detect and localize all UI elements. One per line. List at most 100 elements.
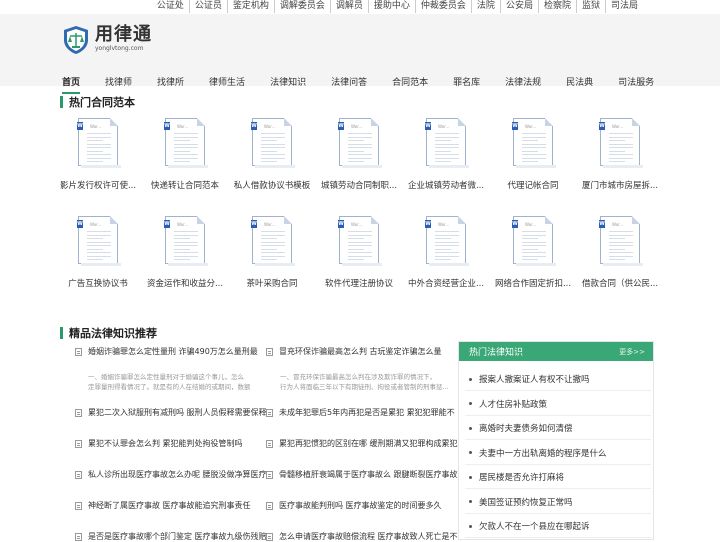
nav-item[interactable]: 律师生活 — [209, 76, 245, 90]
knowledge-title[interactable]: 累犯再犯惯犯的区别在哪 缓刑期满又犯罪构成累犯 — [279, 438, 458, 449]
hot-knowledge-item[interactable]: 欠款人不在一个县应在哪起诉 — [469, 520, 590, 532]
hot-knowledge-item[interactable]: 离婚时夫妻债务如何清偿 — [469, 422, 573, 434]
knowledge-title[interactable]: 医疗事故能判刑吗 医疗事故鉴定的时间要多久 — [279, 500, 442, 511]
knowledge-item[interactable]: 累犯再犯惯犯的区别在哪 缓刑期满又犯罪构成累犯 — [266, 438, 458, 449]
doc-caption: Wor... — [264, 124, 276, 129]
contract-card[interactable]: W Wor... 快递转让合同范本 — [145, 118, 225, 192]
knowledge-item[interactable]: 累犯不认罪会怎么判 累犯能判处拘役管制吗 — [75, 438, 243, 449]
contract-card[interactable]: W Wor... 厦门市城市房屋拆... — [580, 118, 660, 192]
top-link[interactable]: 司法局 — [606, 0, 643, 13]
top-link[interactable]: 监狱 — [577, 0, 606, 13]
contract-card[interactable]: W Wor... 城镇劳动合同制职... — [319, 118, 399, 192]
more-link[interactable]: 更多>> — [619, 347, 645, 357]
word-badge: W — [164, 220, 170, 228]
knowledge-item[interactable]: 怎么申请医疗事故赔偿流程 医疗事故致人死亡是不 — [266, 531, 458, 542]
hot-knowledge-item[interactable]: 报案人撤案证人有权不让撤吗 — [469, 373, 590, 385]
contract-title[interactable]: 厦门市城市房屋拆... — [580, 180, 660, 192]
knowledge-title[interactable]: 冒充环保诈骗最高怎么判 古玩鉴定诈骗怎么量 — [279, 346, 442, 357]
contract-title[interactable]: 广告互换协议书 — [58, 278, 138, 290]
contract-title[interactable]: 中外合资经营企业... — [406, 278, 486, 290]
nav-item[interactable]: 合同范本 — [392, 76, 428, 90]
hot-knowledge-title[interactable]: 夫妻中一方出轨离婚的程序是什么 — [479, 447, 607, 459]
contract-card[interactable]: W Wor... 代理记帐合同 — [493, 118, 573, 192]
hot-knowledge-title[interactable]: 欠款人不在一个县应在哪起诉 — [479, 520, 590, 532]
knowledge-title[interactable]: 累犯二次入狱服刑有减刑吗 服刑人员假释需要保释 — [88, 407, 267, 418]
contract-card[interactable]: W Wor... 广告互换协议书 — [58, 216, 138, 290]
knowledge-item[interactable]: 医疗事故能判刑吗 医疗事故鉴定的时间要多久 — [266, 500, 442, 511]
nav-item[interactable]: 民法典 — [566, 76, 593, 90]
hot-knowledge-title[interactable]: 离婚时夫妻债务如何清偿 — [479, 422, 573, 434]
divider — [465, 439, 651, 440]
hot-knowledge-title[interactable]: 人才住房补贴政策 — [479, 398, 547, 410]
site-logo[interactable]: 用律通 yonglvtong.com — [62, 25, 152, 55]
nav-item[interactable]: 首页 — [62, 76, 81, 94]
contract-title[interactable]: 快递转让合同范本 — [145, 180, 225, 192]
top-link[interactable]: 仲裁委员会 — [416, 0, 472, 13]
contract-title[interactable]: 软件代理注册协议 — [319, 278, 399, 290]
top-link[interactable]: 鉴定机构 — [228, 0, 275, 13]
top-link[interactable]: 援助中心 — [369, 0, 416, 13]
nav-item[interactable]: 找律所 — [157, 76, 184, 90]
contract-title[interactable]: 茶叶采购合同 — [232, 278, 312, 290]
contract-card[interactable]: W Wor... 网络合作固定折扣... — [493, 216, 573, 290]
panel-header: 热门法律知识 更多>> — [459, 342, 653, 361]
nav-item[interactable]: 法律知识 — [270, 76, 306, 90]
contract-title[interactable]: 影片发行权许可使... — [58, 180, 138, 192]
knowledge-title[interactable]: 神经断了属医疗事故 医疗事故能追究刑事责任 — [88, 500, 251, 511]
contract-card[interactable]: W Wor... 私人借款协议书模板 — [232, 118, 312, 192]
contract-card[interactable]: W Wor... 中外合资经营企业... — [406, 216, 486, 290]
contract-title[interactable]: 资金运作和收益分... — [145, 278, 225, 290]
contract-title[interactable]: 网络合作固定折扣... — [493, 278, 573, 290]
nav-item[interactable]: 法律问答 — [331, 76, 367, 90]
top-link[interactable]: 法院 — [472, 0, 501, 13]
top-link[interactable]: 公安局 — [501, 0, 539, 13]
nav-item[interactable]: 罪名库 — [453, 76, 480, 90]
knowledge-title[interactable]: 婚姻诈骗罪怎么定性量刑 诈骗490万怎么量刑最 — [88, 346, 258, 357]
hot-knowledge-item[interactable]: 居民楼是否允许打麻将 — [469, 471, 564, 483]
top-link[interactable]: 调解员 — [331, 0, 369, 13]
knowledge-item[interactable]: 未成年犯罪后5年内再犯是否是累犯 累犯犯罪能不 — [266, 407, 455, 418]
divider — [465, 414, 651, 416]
doc-caption: Wor... — [177, 222, 189, 227]
knowledge-title[interactable]: 未成年犯罪后5年内再犯是否是累犯 累犯犯罪能不 — [279, 407, 455, 418]
nav-item[interactable]: 法律法规 — [505, 76, 541, 90]
nav-item[interactable]: 找律师 — [105, 76, 132, 90]
knowledge-item[interactable]: 累犯二次入狱服刑有减刑吗 服刑人员假释需要保释 — [75, 407, 267, 418]
hot-knowledge-title[interactable]: 报案人撤案证人有权不让撤吗 — [479, 373, 590, 385]
contract-title[interactable]: 代理记帐合同 — [493, 180, 573, 192]
knowledge-title[interactable]: 怎么申请医疗事故赔偿流程 医疗事故致人死亡是不 — [279, 531, 458, 542]
knowledge-item[interactable]: 婚姻诈骗罪怎么定性量刑 诈骗490万怎么量刑最 — [75, 346, 258, 357]
knowledge-title[interactable]: 是否是医疗事故哪个部门鉴定 医疗事故九级伤残赔 — [88, 531, 267, 542]
knowledge-item[interactable]: 冒充环保诈骗最高怎么判 古玩鉴定诈骗怎么量 — [266, 346, 442, 357]
nav-item[interactable]: 司法服务 — [618, 76, 654, 90]
top-bar: 公证处 公证员 鉴定机构 调解委员会 调解员 援助中心 仲裁委员会 法院 公安局 检察院 监狱 司法局 — [0, 0, 720, 14]
hot-knowledge-title[interactable]: 居民楼是否允许打麻将 — [479, 471, 564, 483]
top-link[interactable]: 公证处 — [152, 0, 190, 13]
contract-title[interactable]: 城镇劳动合同制职... — [319, 180, 399, 192]
knowledge-title[interactable]: 累犯不认罪会怎么判 累犯能判处拘役管制吗 — [88, 438, 243, 449]
knowledge-title[interactable]: 私人诊所出现医疗事故怎么办呢 腰脱没做净算医疗 — [88, 469, 267, 480]
contract-card[interactable]: W Wor... 资金运作和收益分... — [145, 216, 225, 290]
contract-card[interactable]: W Wor... 茶叶采购合同 — [232, 216, 312, 290]
hot-knowledge-title[interactable]: 美国签证预约恢复正常吗 — [479, 496, 573, 508]
hot-knowledge-item[interactable]: 美国签证预约恢复正常吗 — [469, 496, 573, 508]
contract-card[interactable]: W Wor... 企业城镇劳动者微... — [406, 118, 486, 192]
contract-card[interactable]: W Wor... 借款合同（供公民... — [580, 216, 660, 290]
knowledge-item[interactable]: 私人诊所出现医疗事故怎么办呢 腰脱没做净算医疗 — [75, 469, 267, 480]
top-link[interactable]: 调解委员会 — [275, 0, 331, 13]
contract-card[interactable]: W Wor... 软件代理注册协议 — [319, 216, 399, 290]
contract-title[interactable]: 私人借款协议书模板 — [232, 180, 312, 192]
contract-card[interactable]: W Wor... 影片发行权许可使... — [58, 118, 138, 192]
word-badge: W — [338, 122, 344, 130]
top-link[interactable]: 检察院 — [539, 0, 577, 13]
contract-title[interactable]: 借款合同（供公民... — [580, 278, 660, 290]
hot-knowledge-item[interactable]: 人才住房补贴政策 — [469, 398, 547, 410]
knowledge-title[interactable]: 骨髓移植肝衰竭属于医疗事故么 跟腱断裂医疗事故 — [279, 469, 458, 480]
main-nav: 首页 找律师 找律所 律师生活 法律知识 法律问答 合同范本 罪名库 法律法规 民法典 司法服务 — [62, 76, 679, 94]
knowledge-item[interactable]: 神经断了属医疗事故 医疗事故能追究刑事责任 — [75, 500, 251, 511]
knowledge-item[interactable]: 是否是医疗事故哪个部门鉴定 医疗事故九级伤残赔 — [75, 531, 267, 542]
knowledge-item[interactable]: 骨髓移植肝衰竭属于医疗事故么 跟腱断裂医疗事故 — [266, 469, 458, 480]
top-link[interactable]: 公证员 — [190, 0, 228, 13]
contract-title[interactable]: 企业城镇劳动者微... — [406, 180, 486, 192]
hot-knowledge-item[interactable]: 夫妻中一方出轨离婚的程序是什么 — [469, 447, 607, 459]
